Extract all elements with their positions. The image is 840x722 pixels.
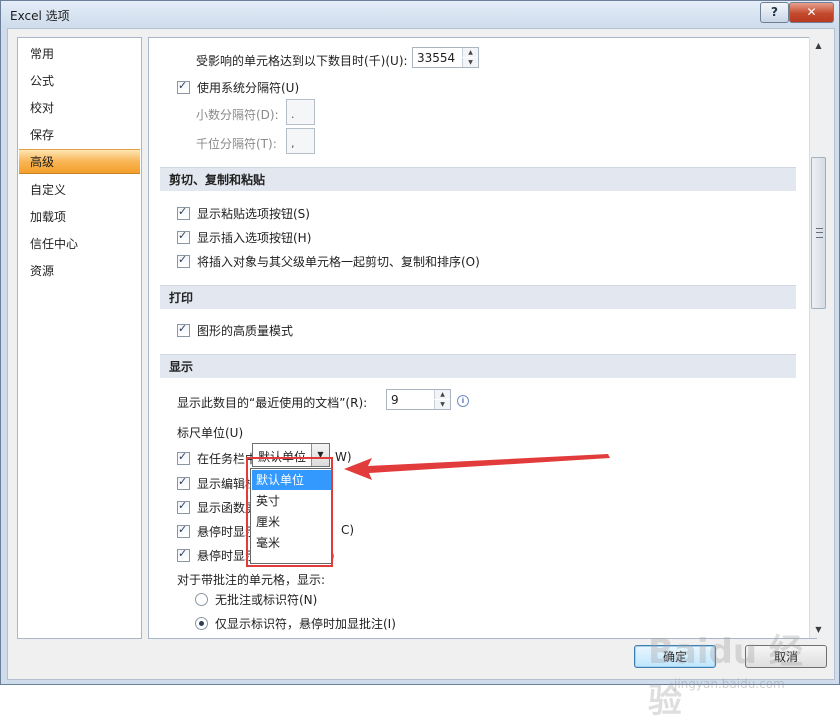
thousands-separator-field[interactable]: ,	[286, 128, 315, 154]
checkbox-icon[interactable]	[177, 322, 190, 337]
checkbox-icon[interactable]	[177, 499, 190, 514]
ruler-units-combo[interactable]: 默认单位 ▼	[252, 443, 330, 467]
show-chart-element-names-option[interactable]: 悬停时显示 C)	[177, 523, 354, 540]
dropdown-option-inches[interactable]: 英寸	[252, 491, 331, 511]
show-formula-bar-option[interactable]: 显示编辑栏	[177, 475, 257, 492]
dropdown-option-default[interactable]: 默认单位	[252, 470, 331, 490]
show-insert-options-option[interactable]: 显示插入选项按钮(H)	[177, 229, 311, 246]
nav-item-trust-center[interactable]: 信任中心	[19, 232, 140, 257]
affected-cells-label: 受影响的单元格达到以下数目时(千)(U):	[196, 54, 408, 68]
info-icon: i	[457, 395, 469, 407]
section-print: 打印	[160, 285, 796, 309]
high-quality-graphics-option[interactable]: 图形的高质量模式	[177, 322, 293, 339]
checkbox-icon[interactable]	[177, 450, 190, 465]
option-label-tail: C)	[341, 523, 355, 537]
checkbox-icon[interactable]	[177, 79, 190, 94]
title-bar: Excel 选项 ? ✕	[1, 1, 839, 27]
help-button[interactable]: ?	[760, 2, 789, 23]
affected-cells-spinner[interactable]: 33554 ▲ ▼	[412, 47, 479, 68]
nav-item-save[interactable]: 保存	[19, 123, 140, 148]
ruler-units-value: 默认单位	[258, 450, 307, 464]
show-function-tooltips-option[interactable]: 显示函数屏	[177, 499, 257, 516]
option-label: 图形的高质量模式	[197, 324, 294, 338]
option-label: 显示函数屏	[197, 501, 258, 515]
comment-cells-label: 对于带批注的单元格，显示:	[177, 573, 326, 587]
section-display: 显示	[160, 354, 796, 378]
no-comments-option[interactable]: 无批注或标识符(N)	[195, 591, 317, 608]
show-paste-options-option[interactable]: 显示粘贴选项按钮(S)	[177, 205, 310, 222]
nav-item-general[interactable]: 常用	[19, 42, 140, 67]
checkbox-icon[interactable]	[177, 253, 190, 268]
use-system-separators-label: 使用系统分隔符(U)	[197, 81, 300, 95]
ok-button[interactable]: 确定	[634, 645, 716, 668]
option-label: 无批注或标识符(N)	[215, 593, 318, 607]
nav-item-advanced[interactable]: 高级	[19, 149, 140, 174]
option-label: 在任务栏中	[197, 452, 258, 466]
dropdown-option-centimeters[interactable]: 厘米	[252, 512, 331, 532]
show-all-windows-option[interactable]: 在任务栏中W)	[177, 450, 352, 467]
chevron-down-icon[interactable]: ▼	[311, 444, 329, 466]
advanced-options-pane: 受影响的单元格达到以下数目时(千)(U): 33554 ▲ ▼ 使用系统分隔符(…	[148, 37, 817, 639]
spin-up-icon[interactable]: ▲	[462, 48, 478, 57]
use-system-separators-option[interactable]: 使用系统分隔符(U)	[177, 79, 299, 96]
recent-docs-spinner[interactable]: 9 ▲ ▼	[386, 389, 451, 410]
option-label: 显示粘贴选项按钮(S)	[197, 207, 310, 221]
radio-icon[interactable]	[195, 593, 208, 606]
checkbox-icon[interactable]	[177, 523, 190, 538]
checkbox-icon[interactable]	[177, 205, 190, 220]
nav-item-proofing[interactable]: 校对	[19, 96, 140, 121]
grip-icon	[816, 228, 823, 238]
ruler-units-dropdown: 默认单位 英寸 厘米 毫米	[250, 468, 333, 564]
scroll-down-icon[interactable]: ▼	[810, 621, 827, 638]
affected-cells-value: 33554	[417, 51, 456, 65]
section-cut-copy-paste: 剪切、复制和粘贴	[160, 167, 796, 191]
dialog-client-area: 常用 公式 校对 保存 高级 自定义 加载项 信任中心 资源 受影响的单元格达到…	[7, 28, 835, 721]
option-label: 显示插入选项按钮(H)	[197, 231, 312, 245]
excel-options-dialog: Excel 选项 ? ✕ 常用 公式 校对 保存 高级 自定义 加载项 信任中心…	[0, 0, 840, 721]
nav-item-addins[interactable]: 加载项	[19, 205, 140, 230]
nav-item-customize[interactable]: 自定义	[19, 178, 140, 203]
decimal-separator-field[interactable]: .	[286, 99, 315, 125]
close-button[interactable]: ✕	[789, 2, 834, 23]
indicators-only-option[interactable]: 仅显示标识符，悬停时加显批注(I)	[195, 615, 396, 632]
category-nav: 常用 公式 校对 保存 高级 自定义 加载项 信任中心 资源	[17, 37, 142, 639]
checkbox-icon[interactable]	[177, 547, 190, 562]
ruler-units-label: 标尺单位(U)	[177, 426, 244, 440]
checkbox-icon[interactable]	[177, 229, 190, 244]
vertical-scrollbar[interactable]: ▲ ▼	[809, 37, 827, 638]
cancel-button[interactable]: 取消	[745, 645, 827, 668]
spin-down-icon[interactable]: ▼	[462, 58, 478, 67]
decimal-separator-label: 小数分隔符(D):	[196, 108, 279, 122]
recent-docs-value: 9	[391, 393, 399, 407]
checkbox-icon[interactable]	[177, 475, 190, 490]
dropdown-option-millimeters[interactable]: 毫米	[252, 533, 331, 553]
nav-item-resources[interactable]: 资源	[19, 259, 140, 284]
radio-icon[interactable]	[195, 617, 208, 630]
scroll-thumb[interactable]	[811, 157, 826, 309]
baidu-watermark-url: jingyan.baidu.com	[674, 677, 785, 691]
spin-up-icon[interactable]: ▲	[434, 390, 450, 399]
window-title: Excel 选项	[10, 9, 70, 23]
scroll-up-icon[interactable]: ▲	[810, 37, 827, 54]
option-label: 仅显示标识符，悬停时加显批注(I)	[215, 617, 396, 631]
annotation-arrow-icon	[344, 454, 610, 480]
option-label: 将插入对象与其父级单元格一起剪切、复制和排序(O)	[197, 255, 480, 269]
thousands-separator-label: 千位分隔符(T):	[196, 137, 277, 151]
nav-item-formulas[interactable]: 公式	[19, 69, 140, 94]
option-label: 悬停时显示	[197, 525, 258, 539]
spin-down-icon[interactable]: ▼	[434, 400, 450, 409]
cut-copy-sort-objects-option[interactable]: 将插入对象与其父级单元格一起剪切、复制和排序(O)	[177, 253, 480, 270]
recent-docs-label: 显示此数目的“最近使用的文档”(R):	[177, 396, 368, 410]
option-label: 显示编辑栏	[197, 477, 258, 491]
